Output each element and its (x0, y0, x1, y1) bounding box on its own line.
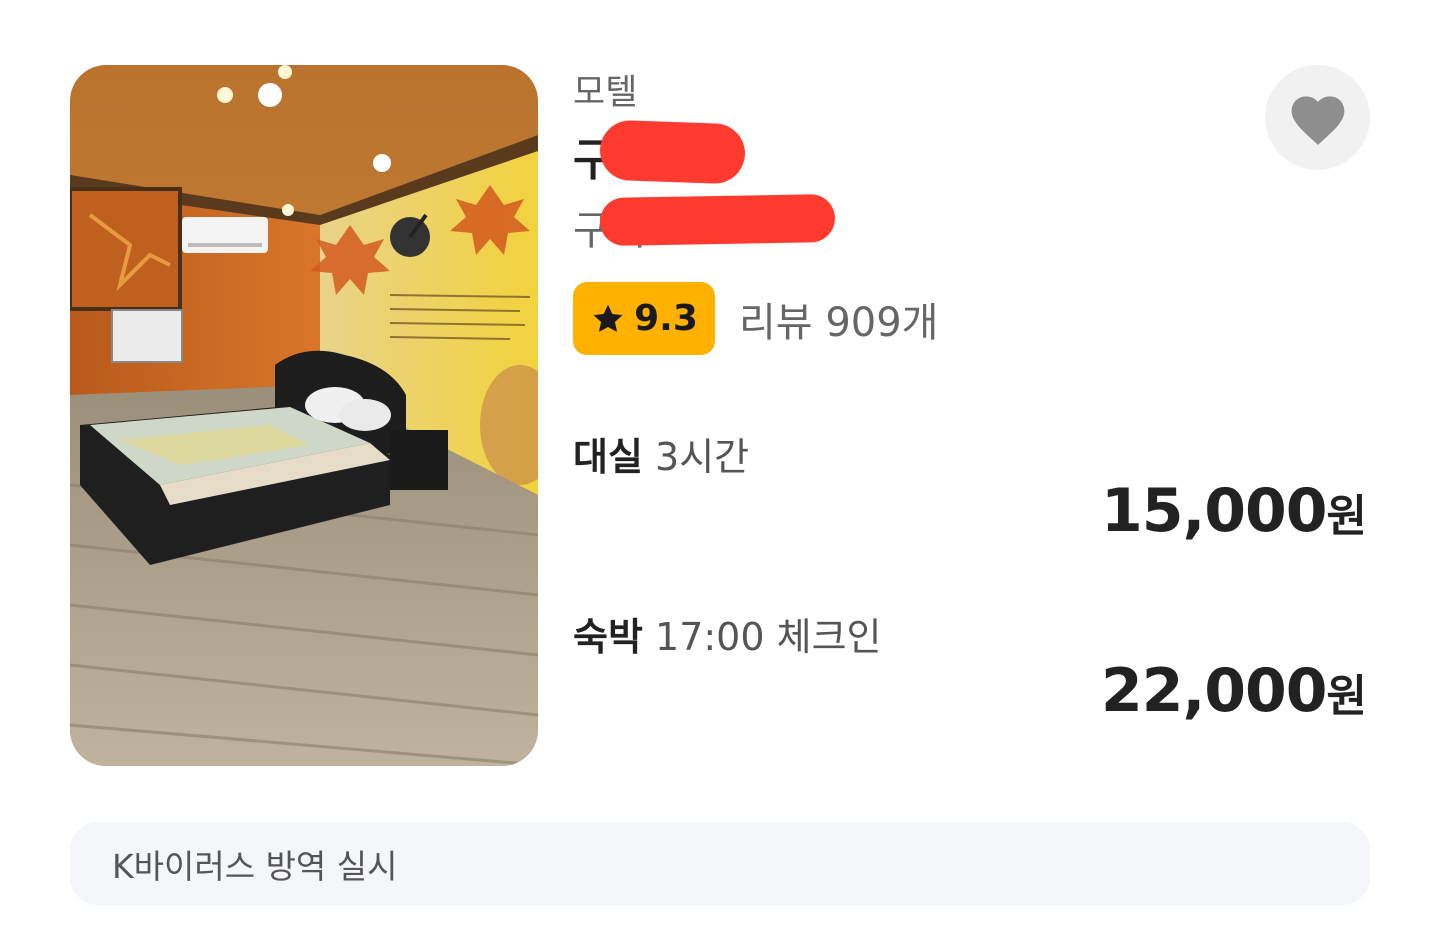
offer-type: 대실 (573, 435, 643, 479)
offer-detail: 3시간 (655, 435, 750, 479)
rating-value: 9.3 (634, 298, 698, 339)
room-photo[interactable] (70, 65, 538, 766)
rating-badge: 9.3 (573, 282, 715, 355)
heart-icon (1291, 95, 1344, 145)
overnight-price: 22,000원 (1101, 656, 1367, 726)
rating-row: 9.3 리뷰 909개 (573, 282, 938, 355)
price-unit: 원 (1326, 491, 1367, 542)
address-redaction (599, 193, 836, 247)
favorite-button[interactable] (1265, 65, 1370, 170)
price-amount: 22,000 (1100, 656, 1328, 726)
overnight-offer-label: 숙박 17:00 체크인 (573, 606, 882, 661)
offer-detail: 17:00 체크인 (655, 615, 882, 659)
price-unit: 원 (1326, 671, 1367, 722)
name-redaction (598, 119, 747, 185)
review-count: 리뷰 909개 (739, 299, 939, 346)
room-photo-image (70, 65, 538, 766)
star-icon (593, 304, 623, 332)
price-amount: 15,000 (1100, 476, 1328, 546)
notice-text: K바이러스 방역 실시 (112, 846, 398, 886)
safety-notice: K바이러스 방역 실시 (70, 822, 1370, 905)
offer-type: 숙박 (573, 615, 643, 659)
category-label: 모텔 (573, 73, 638, 113)
daytime-price: 15,000원 (1101, 476, 1367, 546)
daytime-offer-label: 대실 3시간 (573, 426, 749, 481)
